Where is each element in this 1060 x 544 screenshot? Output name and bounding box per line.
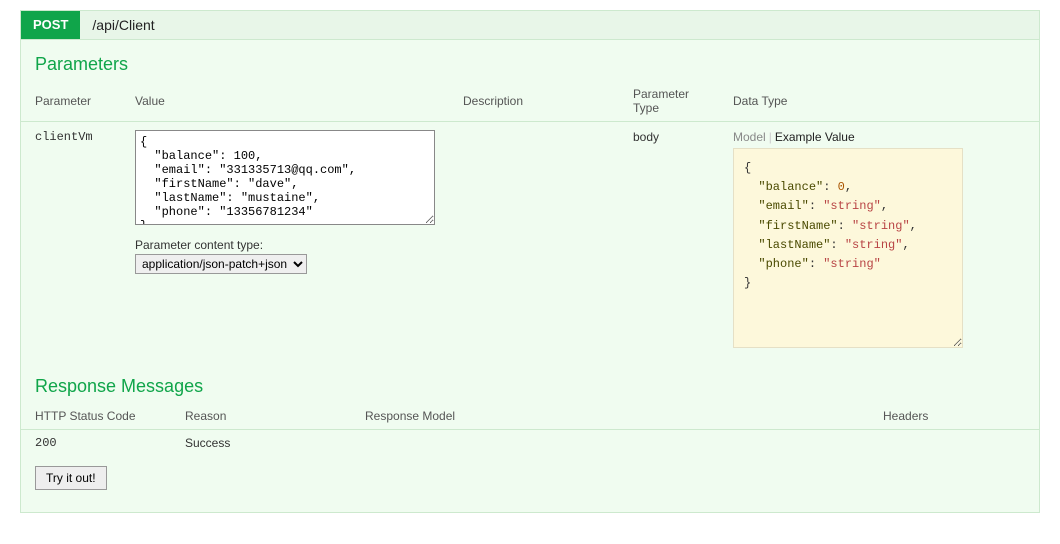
operation-path: /api/Client	[80, 11, 166, 39]
parameters-table: Parameter Value Description Parameter Ty…	[21, 81, 1039, 356]
operation-panel: POST /api/Client Parameters Parameter Va…	[20, 10, 1040, 513]
parameter-body-textarea[interactable]	[135, 130, 435, 225]
response-model	[351, 430, 869, 457]
responses-header-model: Response Model	[351, 403, 869, 430]
responses-header-reason: Reason	[171, 403, 351, 430]
responses-header-status: HTTP Status Code	[21, 403, 171, 430]
content-type-select[interactable]: application/json-patch+json	[135, 254, 307, 274]
responses-title: Response Messages	[21, 356, 1039, 403]
try-it-out-button[interactable]: Try it out!	[35, 466, 107, 490]
parameters-header-type: Parameter Type	[619, 81, 719, 122]
parameters-header-description: Description	[449, 81, 619, 122]
parameter-name: clientVm	[21, 122, 121, 357]
parameters-title: Parameters	[21, 40, 1039, 81]
content-type-label: Parameter content type:	[135, 238, 435, 252]
operation-header[interactable]: POST /api/Client	[21, 11, 1039, 40]
parameter-description	[449, 122, 619, 357]
parameters-header-value: Value	[121, 81, 449, 122]
response-status-code: 200	[21, 430, 171, 457]
example-value-box[interactable]: { "balance": 0, "email": "string", "firs…	[733, 148, 963, 348]
responses-table: HTTP Status Code Reason Response Model H…	[21, 403, 1039, 456]
parameter-type-value: body	[619, 122, 719, 357]
response-row: 200Success	[21, 430, 1039, 457]
tab-example-value[interactable]: Example Value	[775, 130, 855, 144]
parameters-header-parameter: Parameter	[21, 81, 121, 122]
http-method-badge: POST	[21, 11, 80, 39]
parameters-header-datatype: Data Type	[719, 81, 1039, 122]
tab-separator: |	[766, 130, 775, 144]
responses-header-headers: Headers	[869, 403, 1039, 430]
response-headers	[869, 430, 1039, 457]
tab-model[interactable]: Model	[733, 130, 766, 144]
parameter-row: clientVm Parameter content type: applica…	[21, 122, 1039, 357]
response-reason: Success	[171, 430, 351, 457]
